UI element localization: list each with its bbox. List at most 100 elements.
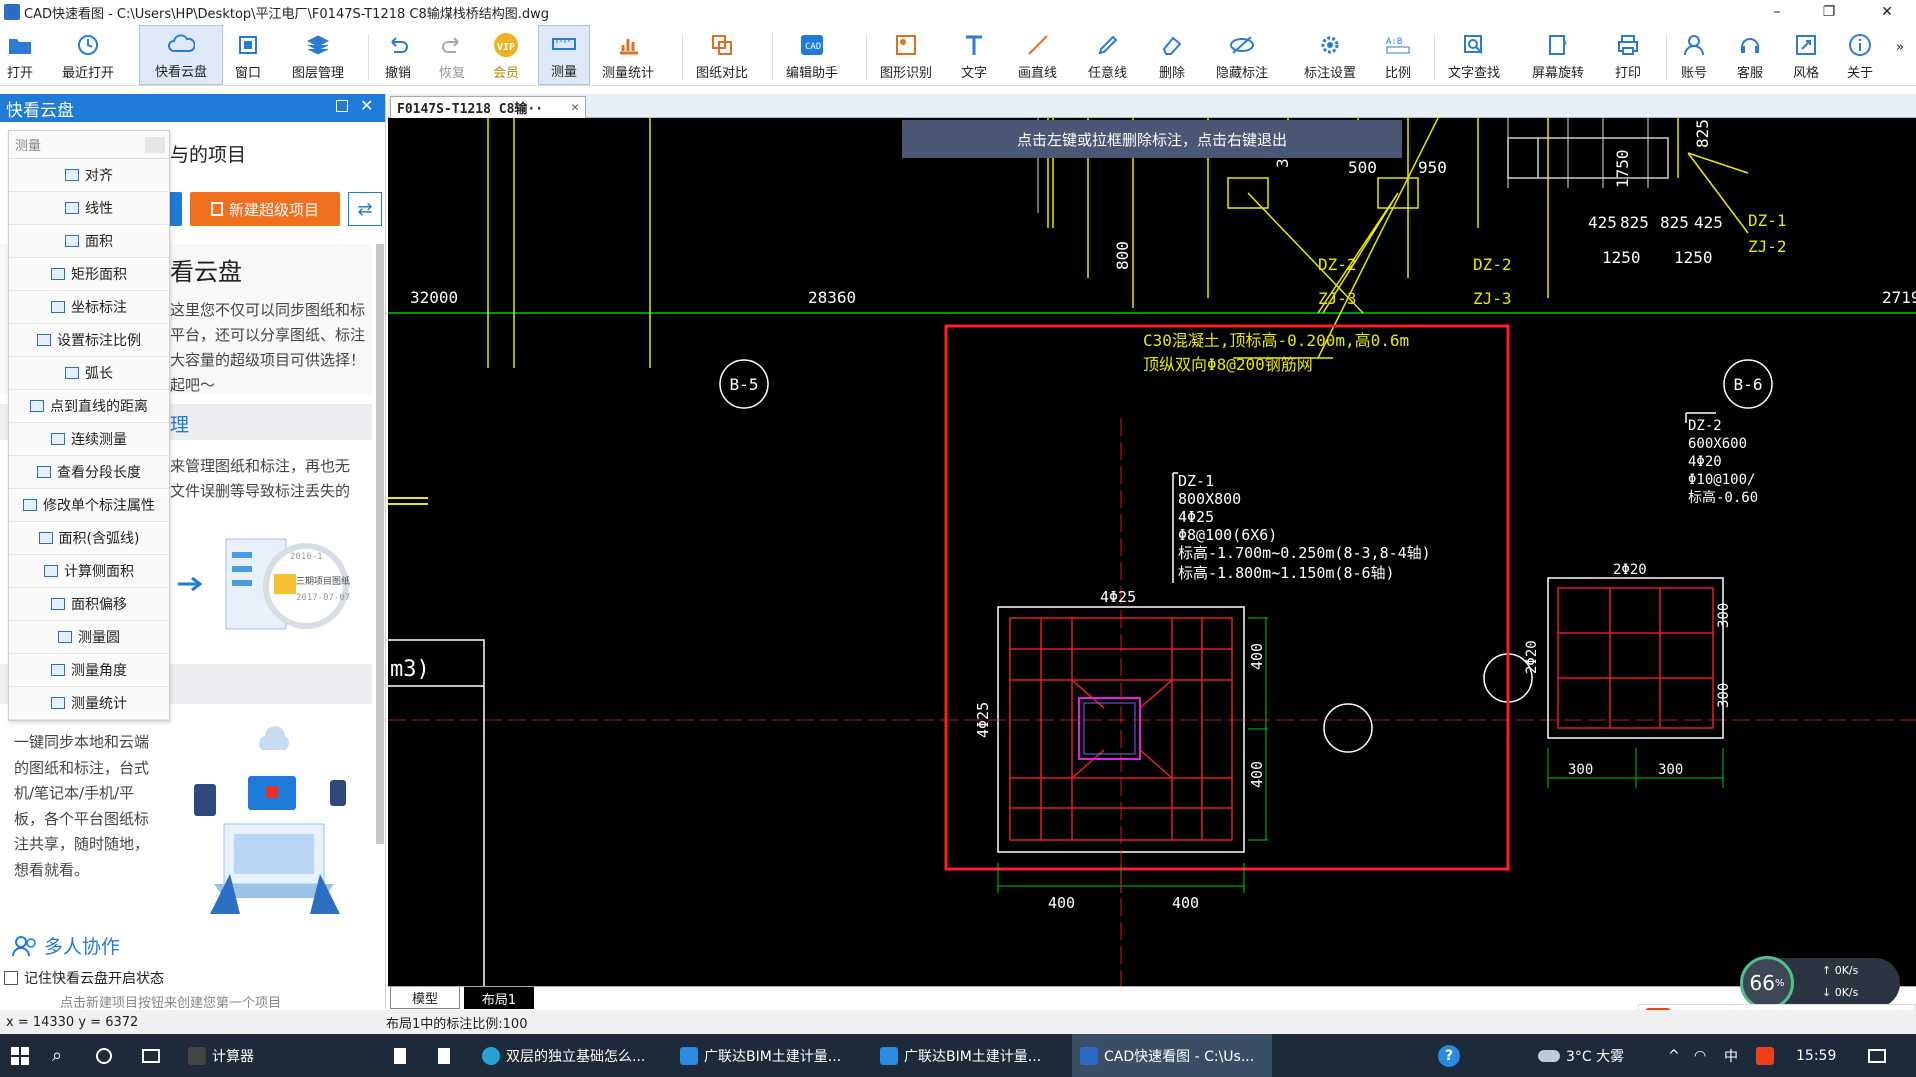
menu-item-align[interactable]: 对齐 xyxy=(9,159,169,192)
menu-item-continuous[interactable]: 连续测量 xyxy=(9,423,169,456)
menu-collapse-icon[interactable] xyxy=(145,137,165,153)
svg-text:4Φ20: 4Φ20 xyxy=(1688,454,1722,470)
cloud-intro-desc: 这里您不仅可以同步图纸和标 平台，还可以分享图纸、标注 大容量的超级项目可供选择！起… xyxy=(170,301,366,394)
menu-item-coord[interactable]: 坐标标注 xyxy=(9,291,169,324)
vip-button[interactable]: VIP 会员 xyxy=(486,25,526,85)
annot-settings-button[interactable]: 标注设置 xyxy=(1298,25,1362,85)
menu-item-angle[interactable]: 测量角度 xyxy=(9,654,169,687)
remember-checkbox[interactable] xyxy=(4,971,18,985)
service-button[interactable]: 客服 xyxy=(1730,25,1770,85)
freeline-button[interactable]: 任意线 xyxy=(1082,25,1133,85)
network-widget[interactable]: 66% ↑ 0K/s ↓ 0K/s xyxy=(1740,956,1900,1010)
taskbar-glodon2[interactable]: 广联达BIM土建计量... xyxy=(872,1034,1049,1077)
measure-stats-button[interactable]: 测量统计 xyxy=(596,25,660,85)
text-find-button[interactable]: 文字查找 xyxy=(1442,25,1506,85)
sogou-tray-icon[interactable] xyxy=(1748,1034,1782,1077)
taskbar-calc[interactable]: 计算器 xyxy=(180,1034,262,1077)
menu-item-point-line[interactable]: 点到直线的距离 xyxy=(9,390,169,423)
info-icon xyxy=(1846,32,1874,58)
svg-text:500: 500 xyxy=(1348,158,1377,177)
window-button[interactable]: 窗口 xyxy=(228,25,268,85)
remember-checkbox-row[interactable]: 记住快看云盘开启状态 xyxy=(4,968,164,988)
cloud-button[interactable]: 快看云盘 xyxy=(139,25,223,85)
open-button[interactable]: 打开 xyxy=(0,25,40,85)
modify-icon xyxy=(23,499,37,511)
panel-scrollbar[interactable] xyxy=(376,244,384,844)
print-button[interactable]: 打印 xyxy=(1608,25,1648,85)
help-icon[interactable]: ? xyxy=(1430,1034,1468,1077)
menu-item-set-scale[interactable]: 设置标注比例 xyxy=(9,324,169,357)
clock[interactable]: 15:59 xyxy=(1788,1034,1844,1077)
edit-helper-button[interactable]: CAD 编辑助手 xyxy=(780,25,844,85)
taskbar-cad[interactable]: CAD快速看图 - C:\Us... xyxy=(1072,1034,1272,1077)
notification-icon[interactable] xyxy=(1860,1034,1894,1077)
scale-button[interactable]: A:B 比例 xyxy=(1378,25,1418,85)
drawing-canvas[interactable]: 32000 28360 27190 375 500 950 1750 800 8… xyxy=(388,118,1916,986)
account-button[interactable]: 账号 xyxy=(1674,25,1714,85)
weather-widget[interactable]: 3°C 大雾 xyxy=(1530,1034,1632,1077)
cortana-icon xyxy=(96,1047,112,1064)
wifi-icon[interactable]: ◠ xyxy=(1686,1034,1714,1077)
recent-button[interactable]: 最近打开 xyxy=(56,25,120,85)
tab-close-icon[interactable]: ✕ xyxy=(571,100,579,115)
hide-annot-button[interactable]: 隐藏标注 xyxy=(1210,25,1274,85)
restore-button[interactable]: ❐ xyxy=(1806,0,1852,24)
svg-text:4Φ25: 4Φ25 xyxy=(974,702,992,738)
undo-button[interactable]: 撤销 xyxy=(378,25,418,85)
redo-button[interactable]: 恢复 xyxy=(432,25,472,85)
minimize-button[interactable]: – xyxy=(1754,0,1800,24)
task-view-button[interactable] xyxy=(134,1034,168,1077)
shape-recognize-button[interactable]: 图形识别 xyxy=(874,25,938,85)
style-button[interactable]: 风格 xyxy=(1786,25,1826,85)
menu-item-circle[interactable]: 测量圆 xyxy=(9,621,169,654)
menu-item-rect-area[interactable]: 矩形面积 xyxy=(9,258,169,291)
compare-button[interactable]: 图纸对比 xyxy=(690,25,754,85)
menu-item-area[interactable]: 面积 xyxy=(9,225,169,258)
line-button[interactable]: 画直线 xyxy=(1012,25,1063,85)
menu-item-segments[interactable]: 查看分段长度 xyxy=(9,456,169,489)
more-button[interactable]: » xyxy=(1894,25,1906,85)
taskbar-edge[interactable]: 双层的独立基础怎么... xyxy=(474,1034,653,1077)
svg-text:三期项目图纸: 三期项目图纸 xyxy=(296,575,350,587)
measure-button[interactable]: 测量 xyxy=(538,25,590,85)
start-button[interactable] xyxy=(0,1034,40,1077)
text-button[interactable]: 文字 xyxy=(954,25,994,85)
ime-indicator[interactable]: 中 xyxy=(1716,1034,1746,1077)
tab-layout1[interactable]: 布局1 xyxy=(464,987,534,1009)
tray-chevron-icon[interactable]: ^ xyxy=(1660,1034,1688,1077)
tab-model[interactable]: 模型 xyxy=(390,987,460,1009)
delete-button[interactable]: 删除 xyxy=(1152,25,1192,85)
menu-item-arc-length[interactable]: 弧长 xyxy=(9,357,169,390)
vip-icon: VIP xyxy=(492,32,520,58)
about-button[interactable]: 关于 xyxy=(1840,25,1880,85)
style-icon xyxy=(1792,32,1820,58)
eye-off-icon xyxy=(1228,32,1256,58)
menu-item-side-area[interactable]: 计算侧面积 xyxy=(9,555,169,588)
sync-button[interactable]: ⇄ xyxy=(348,192,382,226)
menu-item-area-offset[interactable]: 面积偏移 xyxy=(9,588,169,621)
cad-icon xyxy=(1080,1046,1098,1065)
menu-item-stats[interactable]: 测量统计 xyxy=(9,687,169,720)
menu-item-modify-annot[interactable]: 修改单个标注属性 xyxy=(9,489,169,522)
panel-close-icon[interactable]: ✕ xyxy=(360,96,373,115)
panel-restore-icon[interactable] xyxy=(336,100,348,112)
edge-icon xyxy=(482,1046,500,1065)
taskbar-file2[interactable] xyxy=(430,1034,458,1077)
taskbar-glodon1[interactable]: 广联达BIM土建计量... xyxy=(672,1034,849,1077)
document-tab[interactable]: F0147S-T1218 C8输·· ✕ xyxy=(390,96,586,118)
sync-desc: 一键同步本地和云端 的图纸和标注，台式 机/笔记本/手机/平 板，各个平台图纸标 注共享… xyxy=(14,733,150,879)
search-button[interactable]: ⌕ xyxy=(44,1034,70,1077)
status-bar: x = 14330 y = 6372 布局1中的标注比例:100 xyxy=(0,1010,1916,1034)
menu-item-linear[interactable]: 线性 xyxy=(9,192,169,225)
taskbar-file[interactable] xyxy=(386,1034,414,1077)
cortana-button[interactable] xyxy=(88,1034,120,1077)
svg-text:1750: 1750 xyxy=(1613,149,1632,188)
bar-chart-icon xyxy=(614,32,642,58)
svg-text:1250: 1250 xyxy=(1674,248,1713,267)
close-button[interactable]: ✕ xyxy=(1864,0,1910,24)
rotate-button[interactable]: 屏幕旋转 xyxy=(1526,25,1590,85)
menu-item-area-arc[interactable]: 面积(含弧线) xyxy=(9,522,169,555)
layers-button[interactable]: 图层管理 xyxy=(286,25,350,85)
continuous-icon xyxy=(51,433,65,445)
new-super-project-button[interactable]: 新建超级项目 xyxy=(190,192,340,226)
